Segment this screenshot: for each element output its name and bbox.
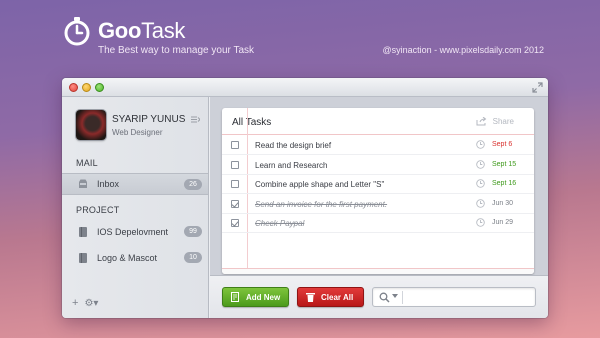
clock-icon[interactable] [476,179,485,188]
brand: GooTask [62,16,185,46]
settings-gear-icon[interactable]: ⚙▾ [84,298,98,309]
task-checkbox[interactable] [231,141,239,149]
add-project-icon[interactable]: + [72,297,78,309]
clear-all-label: Clear All [321,292,354,302]
main-content: All Tasks Share Read the design brief Sep… [210,97,548,318]
section-mail-label: MAIL [76,158,98,168]
profile-name: SYARIP YUNUS [112,114,186,125]
task-checkbox[interactable] [231,219,239,227]
sidebar-item-inbox[interactable]: Inbox 26 [62,173,208,195]
project-count-badge: 99 [184,226,202,237]
inbox-count-badge: 26 [184,179,202,190]
app-name-bold: Goo [98,18,142,43]
bottom-toolbar: Add New Clear All [210,275,548,318]
edit-profile-icon[interactable] [191,116,200,123]
search-box[interactable] [372,287,536,307]
task-panel: All Tasks Share Read the design brief Sep… [222,108,534,274]
due-date: Sept 16 [492,180,517,187]
add-new-button[interactable]: Add New [222,287,289,307]
credit: @syinaction - www.pixelsdaily.com 2012 [382,45,544,55]
task-row[interactable]: Send an invoice for the first payment. Ju… [222,195,534,214]
inbox-tray-icon [79,179,87,188]
task-row[interactable]: Learn and Research Sept 15 [222,156,534,175]
trash-icon [306,293,315,302]
clock-icon[interactable] [476,140,485,149]
title-bar [62,78,548,97]
sidebar-item-label: IOS Depelovment [97,227,169,237]
task-checkbox[interactable] [231,180,239,188]
task-row[interactable]: Read the design brief Sept 6 [222,136,534,155]
notebook-icon [79,227,87,237]
fullscreen-icon[interactable] [532,82,543,93]
notebook-icon [79,253,87,263]
clock-icon[interactable] [476,198,485,208]
due-date: Sept 15 [492,160,517,168]
sidebar-item-ios-development[interactable]: IOS Depelovment 99 [62,221,208,243]
clock-icon[interactable] [476,218,485,227]
search-icon [379,292,390,303]
avatar [76,110,106,140]
task-text: Read the design brief [255,141,332,150]
add-note-icon [231,292,239,302]
task-checkbox[interactable] [231,199,239,208]
task-row[interactable]: Combine apple shape and Letter "S" Sept 1… [222,175,534,194]
task-checkbox[interactable] [231,160,239,169]
panel-header: All Tasks Share [222,108,534,135]
share-button[interactable]: Share [476,117,514,126]
search-divider [402,291,403,304]
task-text: Learn and Research [255,160,328,170]
task-row[interactable]: Check Paypal Jun 29 [222,214,534,233]
app-window: SYARIP YUNUS Web Designer MAIL Inbox 26 … [62,78,548,318]
due-date: Jun 30 [492,199,514,207]
task-text: Check Paypal [255,219,305,228]
search-input[interactable] [406,290,532,305]
sidebar-item-label: Inbox [97,179,120,189]
tagline: The Best way to manage your Task [98,45,255,56]
project-count-badge: 10 [184,252,202,263]
sidebar-item-label: Logo & Mascot [97,253,158,263]
profile-role: Web Designer [112,128,163,137]
task-text: Combine apple shape and Letter "S" [255,180,385,189]
sidebar-footer: + ⚙▾ [72,297,98,309]
app-name-rest: Task [141,18,186,43]
app-name: GooTask [98,18,185,44]
due-date: Sept 6 [492,141,513,148]
section-project-label: PROJECT [76,205,120,215]
panel-title: All Tasks [232,117,272,128]
clear-all-button[interactable]: Clear All [297,287,364,307]
chevron-down-icon[interactable] [392,294,398,299]
minimize-window-button[interactable] [82,83,91,92]
clock-icon[interactable] [476,159,485,169]
sidebar-item-logo-mascot[interactable]: Logo & Mascot 10 [62,247,208,269]
due-date: Jun 29 [492,219,514,226]
user-profile[interactable]: SYARIP YUNUS Web Designer [76,110,204,144]
add-new-label: Add New [246,292,281,302]
stopwatch-logo-icon [64,17,90,46]
task-text: Send an invoice for the first payment. [255,199,388,209]
zoom-window-button[interactable] [95,83,104,92]
panel-footer [222,268,534,274]
share-label: Share [492,117,514,126]
sidebar: SYARIP YUNUS Web Designer MAIL Inbox 26 … [62,97,209,318]
close-window-button[interactable] [69,83,78,92]
share-icon [476,117,486,126]
